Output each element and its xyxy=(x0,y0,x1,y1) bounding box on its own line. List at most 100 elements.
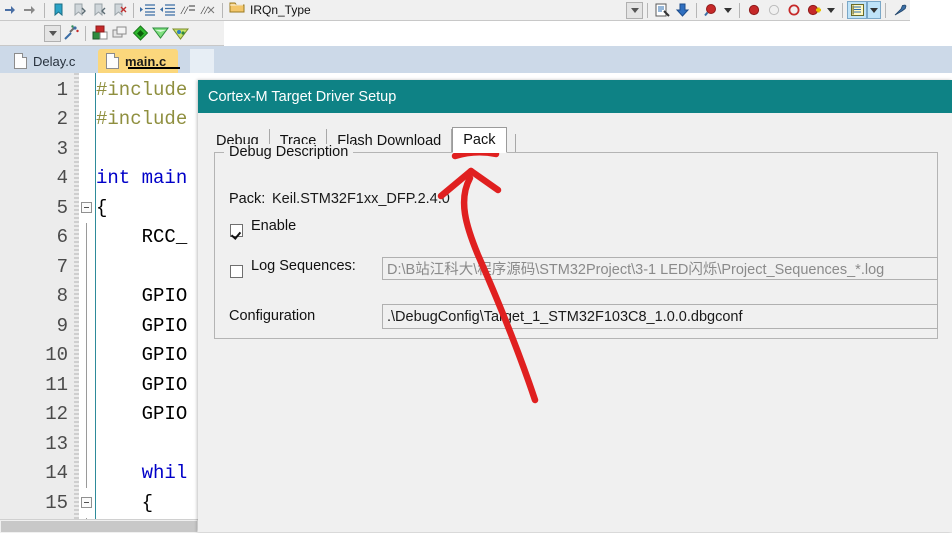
manage-runtime-environment-icon[interactable] xyxy=(170,24,190,42)
toolbar-separator xyxy=(85,25,86,41)
disable-breakpoint-icon[interactable] xyxy=(764,1,784,19)
pack-value: Keil.STM32F1xx_DFP.2.4.0 xyxy=(272,191,450,207)
active-tab-underline xyxy=(128,67,180,69)
log-sequences-input[interactable]: D:\B站江科大\程序源码\STM32Project\3-1 LED闪烁\Pro… xyxy=(382,257,938,280)
remove-all-breakpoints-icon[interactable] xyxy=(784,1,804,19)
line-number: 10 xyxy=(45,344,68,367)
run-to-cursor-icon[interactable] xyxy=(20,1,40,19)
open-folder-icon xyxy=(229,1,245,19)
debug-description-legend: Debug Description xyxy=(224,144,354,160)
symbol-combo-arrow-icon[interactable] xyxy=(626,1,643,19)
fold-guide xyxy=(86,281,87,311)
outdent-icon[interactable] xyxy=(158,1,178,19)
enable-checkbox[interactable] xyxy=(230,224,243,237)
dialog-body: Debug Trace Flash Download Pack Debug De… xyxy=(198,113,952,532)
log-sequences-checkbox[interactable] xyxy=(230,265,243,278)
toolbar-separator xyxy=(696,2,697,18)
disable-all-breakpoints-icon[interactable] xyxy=(804,1,824,19)
line-number: 7 xyxy=(56,255,68,278)
dialog-tab-label: Pack xyxy=(463,132,496,148)
toolbar-separator xyxy=(647,2,648,18)
fold-toggle-icon[interactable] xyxy=(81,202,92,213)
line-number: 3 xyxy=(56,137,68,160)
line-number: 8 xyxy=(56,285,68,308)
editor-tab-delay-c[interactable]: Delay.c xyxy=(6,49,88,73)
target-options-icon[interactable] xyxy=(130,24,150,42)
toolbar-secondary-filler xyxy=(224,21,952,47)
pack-label: Pack: xyxy=(229,191,266,207)
pack-installer-icon[interactable] xyxy=(150,24,170,42)
toolbar-separator xyxy=(842,2,843,18)
target-combo-arrow-icon[interactable] xyxy=(44,24,61,42)
breakpoint-dropdown-arrow-icon[interactable] xyxy=(824,1,838,19)
download-icon[interactable] xyxy=(672,1,692,19)
enable-label: Enable xyxy=(251,218,297,234)
insert-bookmark-icon[interactable] xyxy=(49,1,69,19)
configure-icon[interactable] xyxy=(652,1,672,19)
find-dropdown-arrow-icon[interactable] xyxy=(721,1,735,19)
dialog-tab-endcap xyxy=(514,134,516,152)
toolbar-separator xyxy=(222,2,223,18)
previous-bookmark-icon[interactable] xyxy=(89,1,109,19)
line-number: 12 xyxy=(45,403,68,426)
toolbar-primary-filler xyxy=(910,0,952,21)
uncomment-icon[interactable]: // xyxy=(198,1,218,19)
code-text: int main xyxy=(96,167,188,190)
debug-settings-icon[interactable] xyxy=(61,24,81,42)
svg-text://: // xyxy=(200,3,209,17)
dialog-title: Cortex-M Target Driver Setup xyxy=(208,88,397,105)
code-text: { xyxy=(96,491,154,514)
next-bookmark-icon[interactable] xyxy=(69,1,89,19)
clear-bookmarks-icon[interactable] xyxy=(109,1,129,19)
symbol-browser-combo[interactable]: IRQn_Type xyxy=(227,2,425,19)
line-number: 6 xyxy=(56,226,68,249)
line-number: 9 xyxy=(56,314,68,337)
tab-strip-tail xyxy=(190,49,214,73)
fold-guide xyxy=(86,252,87,282)
toolbar-primary: // // IRQn_Type xyxy=(0,0,910,21)
fold-guide xyxy=(86,429,87,459)
fold-toggle-icon[interactable] xyxy=(81,497,92,508)
manage-windows-icon[interactable] xyxy=(847,1,867,19)
code-text: RCC_ xyxy=(96,226,188,249)
configure-target-icon[interactable] xyxy=(890,1,910,19)
toolbar-separator xyxy=(44,2,45,18)
toolbar-separator xyxy=(133,2,134,18)
code-text: GPIO xyxy=(96,314,188,337)
line-number: 13 xyxy=(45,432,68,455)
symbol-combo-value: IRQn_Type xyxy=(250,3,311,17)
step-out-icon[interactable] xyxy=(0,1,20,19)
code-text: GPIO xyxy=(96,373,188,396)
line-number: 15 xyxy=(45,491,68,514)
line-number: 2 xyxy=(56,108,68,131)
toolbar-secondary xyxy=(0,21,224,46)
manage-project-items-icon[interactable] xyxy=(90,24,110,42)
editor-tab-main-c[interactable]: main.c xyxy=(98,49,179,73)
fold-guide xyxy=(86,370,87,400)
line-number: 14 xyxy=(45,462,68,485)
configuration-input[interactable]: .\DebugConfig\Target_1_STM32F103C8_1.0.0… xyxy=(382,304,938,329)
fold-guide xyxy=(86,340,87,370)
line-number: 11 xyxy=(45,373,68,396)
code-text: GPIO xyxy=(96,344,188,367)
code-text: GPIO xyxy=(96,403,188,426)
toolbar-separator xyxy=(885,2,886,18)
editor-tab-strip: Delay.c main.c xyxy=(0,46,952,74)
configuration-label: Configuration xyxy=(229,308,316,324)
insert-breakpoint-icon[interactable] xyxy=(744,1,764,19)
fold-guide xyxy=(86,311,87,341)
manage-windows-dropdown-arrow-icon[interactable] xyxy=(867,1,881,19)
code-text: whil xyxy=(96,462,188,485)
code-text: #include xyxy=(96,108,188,131)
indent-icon[interactable] xyxy=(138,1,158,19)
comment-icon[interactable]: // xyxy=(178,1,198,19)
dialog-title-bar[interactable]: Cortex-M Target Driver Setup xyxy=(198,80,952,113)
find-in-files-icon[interactable] xyxy=(701,1,721,19)
scrollbar-thumb[interactable] xyxy=(1,521,197,532)
batch-build-icon[interactable] xyxy=(110,24,130,42)
dialog-tab-pack[interactable]: Pack xyxy=(452,127,507,153)
code-text: GPIO xyxy=(96,285,188,308)
fold-guide xyxy=(86,458,87,488)
code-text: #include xyxy=(96,78,188,101)
file-icon xyxy=(14,53,27,69)
